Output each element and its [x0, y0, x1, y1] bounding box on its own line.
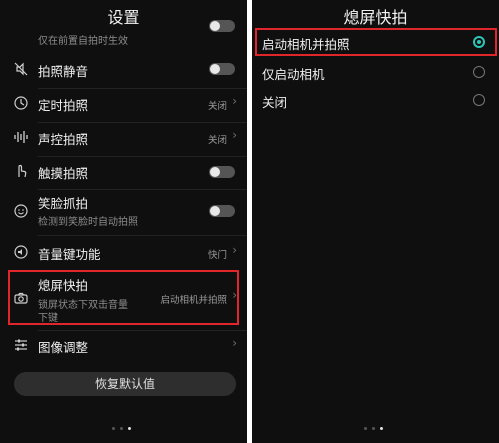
reset-defaults-button[interactable]: 恢复默认值 — [14, 372, 236, 396]
touch-hand-icon — [13, 163, 29, 179]
setting-sub: 检测到笑脸时自动拍照 — [38, 217, 138, 228]
setting-smile[interactable]: 笑脸抓拍 检测到笑脸时自动拍照 — [0, 191, 247, 229]
page-indicator — [364, 427, 383, 430]
setting-touch[interactable]: 触摸拍照 — [0, 158, 247, 184]
setting-voice[interactable]: 声控拍照 关闭 › — [0, 124, 247, 150]
chevron-right-icon: › — [232, 94, 237, 108]
smile-toggle[interactable] — [209, 205, 235, 217]
setting-label: 拍照静音 — [38, 64, 89, 79]
option-launch-only[interactable]: 仅启动相机 — [252, 60, 499, 84]
chevron-right-icon: › — [232, 128, 237, 142]
setting-label: 声控拍照 — [38, 132, 89, 147]
mute-toggle[interactable] — [209, 63, 235, 75]
smile-icon — [13, 203, 29, 219]
sliders-icon — [13, 337, 29, 353]
setting-timer[interactable]: 定时拍照 关闭 › — [0, 90, 247, 116]
page-indicator — [112, 427, 131, 430]
setting-mute[interactable]: 拍照静音 — [0, 57, 247, 81]
setting-value: 关闭 — [207, 101, 227, 112]
setting-value: 关闭 — [207, 135, 227, 146]
radio-icon[interactable] — [473, 94, 485, 106]
partial-setting-row[interactable]: 仅在前置自拍时生效 — [0, 20, 247, 52]
touch-toggle[interactable] — [209, 166, 235, 178]
sound-wave-icon — [13, 129, 29, 145]
setting-volume-key[interactable]: 音量键功能 快门 › — [0, 239, 247, 265]
option-off[interactable]: 关闭 — [252, 88, 499, 112]
option-label: 仅启动相机 — [262, 67, 325, 82]
page-title: 熄屏快拍 — [343, 8, 408, 27]
setting-label: 音量键功能 — [38, 247, 101, 262]
highlight-box — [255, 28, 497, 56]
settings-panel: 设置 仅在前置自拍时生效 拍照静音 定时拍照 关闭 › 声控拍照 关闭 › 触摸… — [0, 0, 247, 443]
screen-off-snapshot-panel: 熄屏快拍 启动相机并拍照 仅启动相机 关闭 — [252, 0, 499, 443]
radio-icon[interactable] — [473, 66, 485, 78]
chevron-right-icon: › — [232, 336, 237, 350]
setting-label: 触摸拍照 — [38, 166, 89, 181]
setting-image-adjust[interactable]: 图像调整 › — [0, 332, 247, 358]
mute-camera-icon — [13, 61, 29, 77]
timer-icon — [13, 95, 29, 111]
option-label: 关闭 — [262, 95, 288, 110]
setting-label: 图像调整 — [38, 340, 89, 355]
setting-label: 笑脸抓拍 — [38, 196, 89, 211]
setting-value: 快门 — [207, 250, 227, 261]
highlight-box — [8, 270, 239, 325]
chevron-right-icon: › — [232, 243, 237, 257]
partial-toggle[interactable] — [209, 20, 235, 32]
setting-label: 定时拍照 — [38, 98, 89, 113]
partial-setting-sub: 仅在前置自拍时生效 — [38, 36, 128, 47]
volume-icon — [13, 244, 29, 260]
